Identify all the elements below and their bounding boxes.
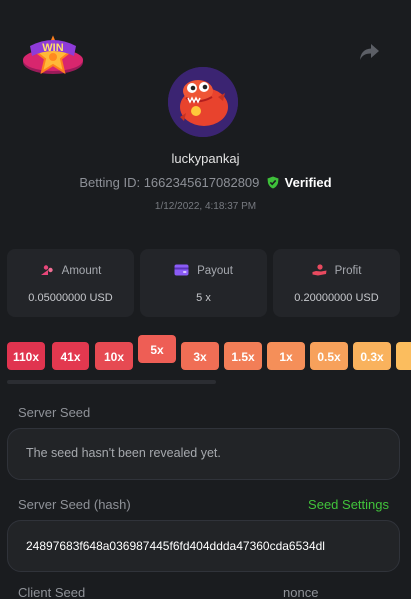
- server-seed-hash-label: Server Seed (hash): [18, 497, 131, 512]
- coins-icon: [40, 265, 53, 275]
- username: luckypankaj: [171, 151, 240, 166]
- verified-shield-icon: [267, 176, 279, 189]
- win-badge-logo: WIN: [20, 28, 86, 80]
- multiplier-slot-1-5x: 1.5x: [224, 342, 262, 370]
- multiplier-slot-110x: 110x: [7, 342, 45, 370]
- betting-id-value: 1662345617082809: [143, 175, 260, 190]
- stat-value-payout: 5 x: [196, 292, 211, 304]
- share-icon: [360, 44, 379, 60]
- stat-label-profit: Profit: [334, 265, 362, 277]
- multiplier-slot-partial: [396, 342, 411, 370]
- stat-card-profit: Profit 0.20000000 USD: [273, 249, 400, 317]
- nonce-label: nonce: [283, 585, 319, 599]
- wallet-icon: [174, 264, 189, 276]
- multiplier-slot-5x-active: 5x: [138, 335, 176, 363]
- seed-settings-link[interactable]: Seed Settings: [308, 497, 389, 512]
- stat-label-amount: Amount: [61, 265, 102, 277]
- stat-value-amount: 0.05000000 USD: [28, 292, 113, 304]
- multiplier-slot-0-3x: 0.3x: [353, 342, 391, 370]
- bet-date: 1/12/2022, 4:18:37 PM: [154, 201, 257, 212]
- multiplier-slot-0-5x: 0.5x: [310, 342, 348, 370]
- server-seed-label: Server Seed: [18, 405, 91, 420]
- hand-coin-icon: [312, 264, 327, 276]
- server-seed-field[interactable]: The seed hasn't been revealed yet.: [7, 428, 400, 480]
- verified-label: Verified: [284, 175, 332, 190]
- multiplier-slot-41x: 41x: [52, 342, 89, 370]
- betting-id-row: Betting ID: 1662345617082809 Verified: [0, 175, 411, 190]
- client-seed-label: Client Seed: [18, 585, 86, 599]
- share-button[interactable]: [359, 42, 381, 62]
- server-seed-hash-value: 24897683f648a036987445f6fd404ddda47360cd…: [26, 539, 325, 553]
- multiplier-slot-10x: 10x: [95, 342, 133, 370]
- server-seed-hash-field[interactable]: 24897683f648a036987445f6fd404ddda47360cd…: [7, 520, 400, 572]
- multiplier-slot-1x: 1x: [267, 342, 305, 370]
- multiplier-slot-3x: 3x: [181, 342, 219, 370]
- betting-id-label: Betting ID:: [79, 175, 141, 190]
- stat-value-profit: 0.20000000 USD: [294, 292, 379, 304]
- stat-card-payout: Payout 5 x: [140, 249, 267, 317]
- avatar: [168, 67, 238, 137]
- win-badge-text: WIN: [42, 42, 63, 54]
- multiplier-strip-scrollbar[interactable]: [7, 380, 216, 384]
- stat-card-amount: Amount 0.05000000 USD: [7, 249, 134, 317]
- server-seed-value: The seed hasn't been revealed yet.: [26, 446, 221, 460]
- stat-label-payout: Payout: [197, 265, 233, 277]
